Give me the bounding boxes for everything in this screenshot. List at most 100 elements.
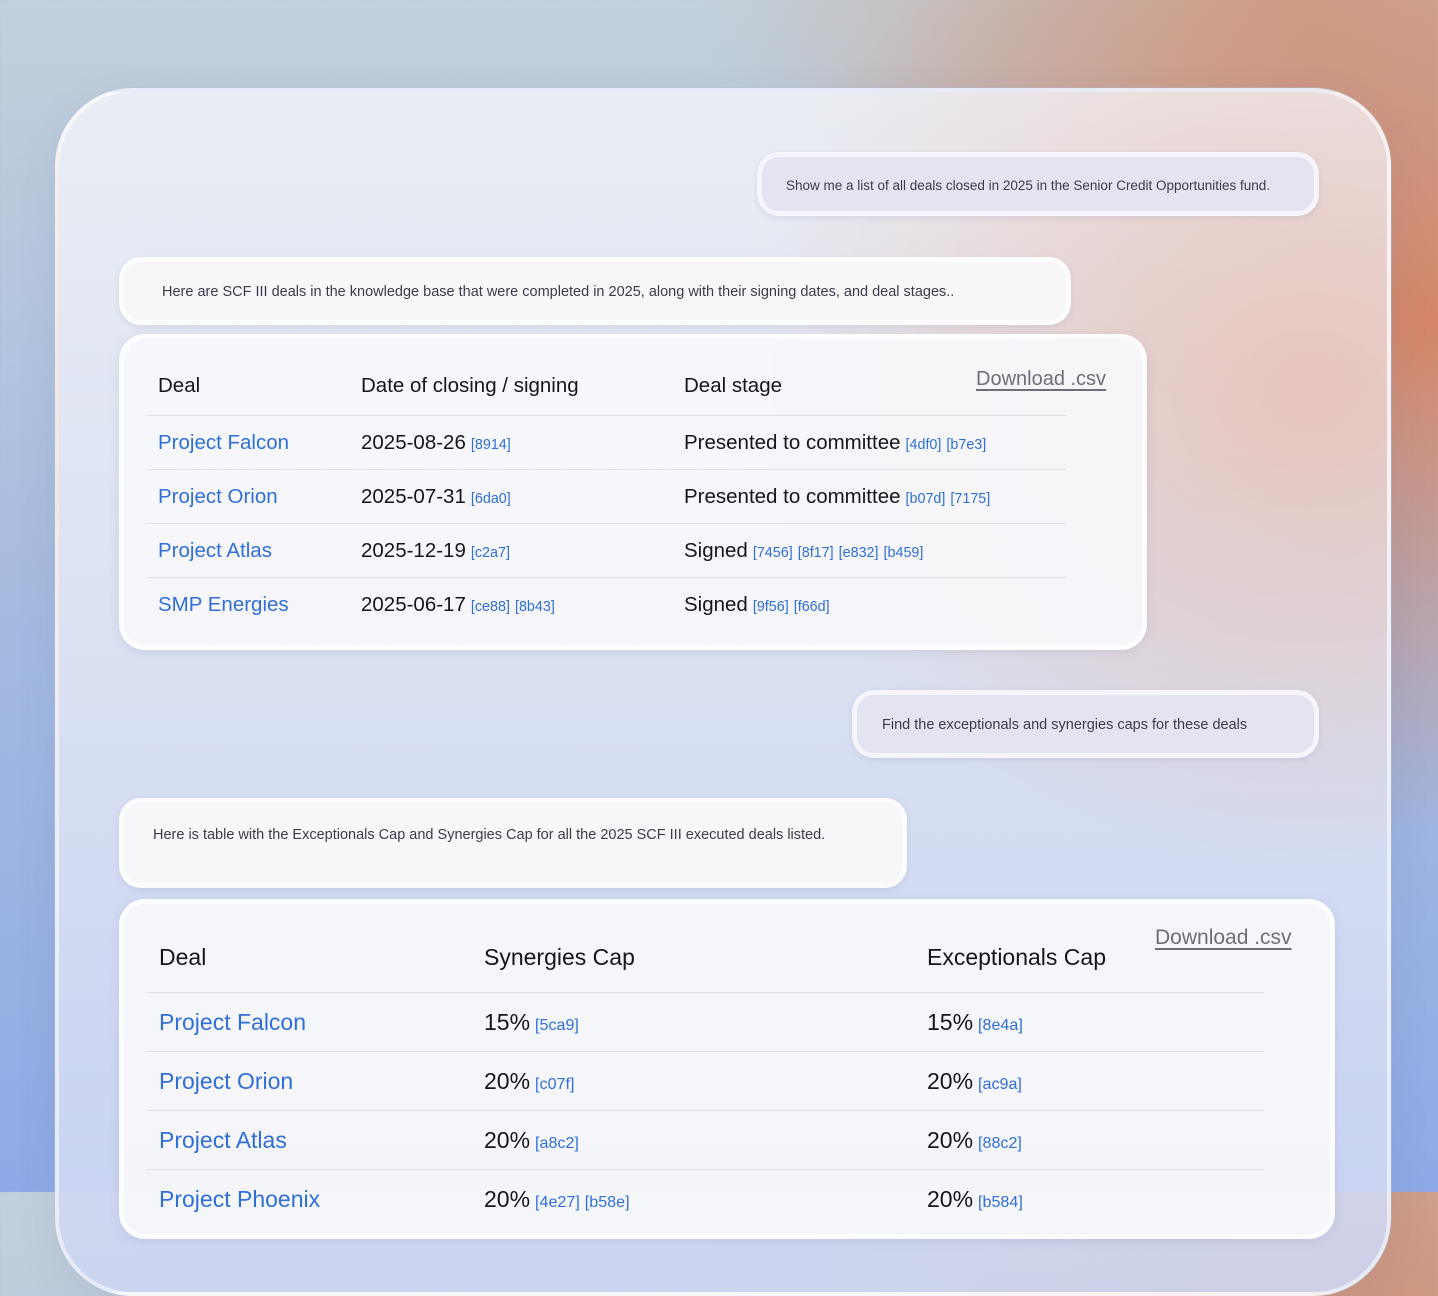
citation-link[interactable]: [e832]	[839, 545, 879, 561]
citation-link[interactable]: [c2a7]	[471, 545, 510, 561]
closing-date: 2025-08-26	[361, 430, 466, 454]
table-cell: Presented to committee [4df0] [b7e3]	[672, 415, 1066, 470]
table-header-row: Deal Date of closing / signing Deal stag…	[146, 357, 1066, 416]
citation-link[interactable]: [4e27]	[535, 1193, 580, 1211]
deal-link[interactable]: Project Atlas	[159, 1127, 287, 1153]
table-cell: 20% [c07f]	[471, 1051, 914, 1111]
deal-stage: Presented to committee	[684, 430, 901, 454]
table-cell: 15% [8e4a]	[914, 992, 1264, 1052]
table-cell: 2025-08-26 [8914]	[349, 415, 672, 470]
citation-link[interactable]: [4df0]	[906, 437, 942, 453]
message-text: Here is table with the Exceptionals Cap …	[153, 827, 826, 843]
deal-link[interactable]: SMP Energies	[158, 593, 289, 616]
closing-date: 2025-07-31	[361, 484, 466, 508]
caps-table: Deal Synergies Cap Exceptionals Cap Proj…	[146, 922, 1264, 1228]
table-row: Project Phoenix 20% [4e27] [b58e] 20% [b584]	[146, 1169, 1264, 1228]
table-row: Project Atlas 20% [a8c2] 20% [88c2]	[146, 1110, 1264, 1170]
citation-link[interactable]: [ac9a]	[978, 1075, 1022, 1093]
table-cell: Project Falcon	[146, 415, 349, 470]
deals-table: Deal Date of closing / signing Deal stag…	[146, 357, 1066, 631]
table-row: Project Atlas 2025-12-19 [c2a7] Signed [7456…	[146, 523, 1066, 578]
table-cell: 20% [ac9a]	[914, 1051, 1264, 1111]
citation-link[interactable]: [8e4a]	[978, 1016, 1023, 1034]
citation-link[interactable]: [5ca9]	[535, 1016, 579, 1034]
table-cell: Presented to committee [b07d] [7175]	[672, 469, 1066, 524]
deals-table-card: Download .csv Deal Date of closing / sig…	[119, 334, 1147, 650]
assistant-message: Here are SCF III deals in the knowledge …	[119, 257, 1071, 325]
table-row: Project Orion 2025-07-31 [6da0] Presented t…	[146, 469, 1066, 524]
citation-link[interactable]: [9f56]	[753, 599, 789, 615]
citation-link[interactable]: [8f17]	[798, 545, 834, 561]
table-cell: Project Falcon	[146, 992, 471, 1052]
table-cell: SMP Energies	[146, 577, 349, 631]
citation-link[interactable]: [b58e]	[585, 1193, 630, 1211]
column-header: Exceptionals Cap	[927, 943, 1106, 970]
citation-link[interactable]: [8914]	[471, 437, 511, 453]
table-header-row: Deal Synergies Cap Exceptionals Cap	[146, 922, 1264, 993]
table-cell: Project Orion	[146, 1051, 471, 1111]
table-cell: Signed [9f56] [f66d]	[672, 577, 1066, 631]
table-cell: 20% [88c2]	[914, 1110, 1264, 1170]
message-text: Show me a list of all deals closed in 20…	[786, 178, 1271, 193]
citation-link[interactable]: [b584]	[978, 1193, 1023, 1211]
table-cell: Project Atlas	[146, 523, 349, 578]
citation-link[interactable]: [c07f]	[535, 1075, 574, 1093]
citation-link[interactable]: [7456]	[753, 545, 793, 561]
table-row: SMP Energies 2025-06-17 [ce88] [8b43] Signed…	[146, 577, 1066, 631]
synergies-cap: 20%	[484, 1067, 531, 1094]
exceptionals-cap: 15%	[927, 1008, 974, 1035]
caps-table-card: Download .csv Deal Synergies Cap Excepti…	[119, 899, 1335, 1239]
table-row: Project Orion 20% [c07f] 20% [ac9a]	[146, 1051, 1264, 1111]
citation-link[interactable]: [ce88]	[471, 599, 510, 615]
column-header: Deal	[159, 943, 207, 970]
user-message: Find the exceptionals and synergies caps…	[852, 690, 1319, 758]
citation-link[interactable]: [a8c2]	[535, 1134, 579, 1152]
exceptionals-cap: 20%	[927, 1126, 974, 1153]
table-cell: Project Orion	[146, 469, 349, 524]
deal-link[interactable]: Project Orion	[158, 485, 278, 508]
exceptionals-cap: 20%	[927, 1067, 974, 1094]
citation-link[interactable]: [b07d]	[906, 491, 946, 507]
synergies-cap: 20%	[484, 1126, 531, 1153]
citation-link[interactable]: [88c2]	[978, 1134, 1022, 1152]
table-cell: 2025-12-19 [c2a7]	[349, 523, 672, 578]
table-cell: Project Phoenix	[146, 1169, 471, 1228]
deal-link[interactable]: Project Atlas	[158, 539, 272, 562]
table-cell: Signed [7456] [8f17] [e832] [b459]	[672, 523, 1066, 578]
citation-link[interactable]: [f66d]	[794, 599, 830, 615]
assistant-message: Here is table with the Exceptionals Cap …	[119, 798, 907, 888]
deal-link[interactable]: Project Falcon	[158, 431, 289, 454]
column-header: Deal	[158, 374, 201, 397]
citation-link[interactable]: [b7e3]	[946, 437, 986, 453]
table-row: Project Falcon 15% [5ca9] 15% [8e4a]	[146, 992, 1264, 1052]
deal-link[interactable]: Project Falcon	[159, 1009, 306, 1035]
user-message: Show me a list of all deals closed in 20…	[757, 152, 1319, 216]
message-text: Here are SCF III deals in the knowledge …	[162, 284, 955, 300]
table-cell: 15% [5ca9]	[471, 992, 914, 1052]
table-cell: 20% [4e27] [b58e]	[471, 1169, 914, 1228]
table-row: Project Falcon 2025-08-26 [8914] Presented …	[146, 415, 1066, 470]
citation-link[interactable]: [6da0]	[471, 491, 511, 507]
table-cell: Project Atlas	[146, 1110, 471, 1170]
synergies-cap: 20%	[484, 1185, 531, 1212]
closing-date: 2025-06-17	[361, 592, 466, 616]
closing-date: 2025-12-19	[361, 538, 466, 562]
exceptionals-cap: 20%	[927, 1185, 974, 1212]
citation-link[interactable]: [b459]	[884, 545, 924, 561]
table-cell: 2025-06-17 [ce88] [8b43]	[349, 577, 672, 631]
column-header: Date of closing / signing	[361, 374, 579, 397]
message-text: Find the exceptionals and synergies caps…	[882, 717, 1248, 733]
column-header: Synergies Cap	[484, 943, 635, 970]
deal-link[interactable]: Project Phoenix	[159, 1186, 320, 1212]
citation-link[interactable]: [7175]	[950, 491, 990, 507]
deal-link[interactable]: Project Orion	[159, 1068, 293, 1094]
table-cell: 2025-07-31 [6da0]	[349, 469, 672, 524]
column-header: Deal stage	[684, 374, 783, 397]
synergies-cap: 15%	[484, 1008, 531, 1035]
deal-stage: Presented to committee	[684, 484, 901, 508]
table-cell: 20% [b584]	[914, 1169, 1264, 1228]
deal-stage: Signed	[684, 592, 748, 616]
citation-link[interactable]: [8b43]	[515, 599, 555, 615]
table-cell: 20% [a8c2]	[471, 1110, 914, 1170]
deal-stage: Signed	[684, 538, 748, 562]
